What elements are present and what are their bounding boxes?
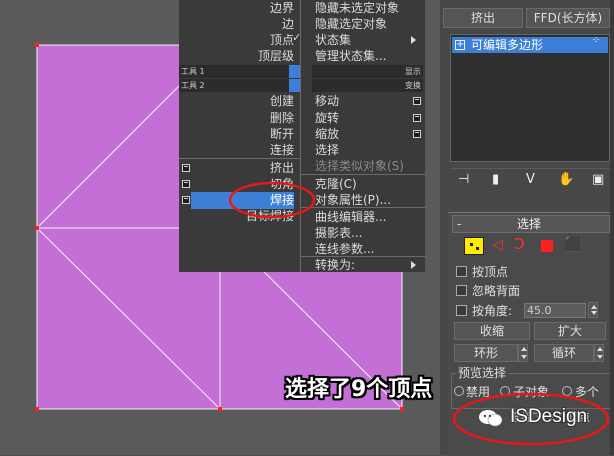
ignore-backfacing-label: 忽略背面 <box>472 284 521 298</box>
preview-subobject-radio[interactable] <box>500 386 510 396</box>
by-vertex-label: 按顶点 <box>472 265 509 279</box>
menu-item-weld[interactable]: 焊接 <box>270 192 294 208</box>
vertex-dot-icon <box>470 243 473 246</box>
by-vertex-checkbox[interactable] <box>456 266 467 277</box>
settings-box-icon[interactable] <box>413 114 421 122</box>
stack-item-editable-poly[interactable]: + 可编辑多边形 ⁘ <box>452 35 608 53</box>
stack-item-label: 可编辑多边形 <box>471 38 544 52</box>
submenu-arrow-icon <box>411 36 416 44</box>
header-tools-1: 工具 1 <box>179 65 291 78</box>
pin-stack-icon[interactable]: ⊣ <box>458 172 469 187</box>
grow-button[interactable]: 扩大 <box>534 322 606 340</box>
menu-item-convert-to[interactable]: 转换为: <box>315 257 355 273</box>
border-mode-icon[interactable]: Ɔ <box>514 235 525 253</box>
modifier-stack-list[interactable]: + 可编辑多边形 ⁘ <box>450 34 610 162</box>
loop-spinner[interactable] <box>594 344 604 362</box>
settings-box-icon[interactable] <box>182 196 190 204</box>
settings-box-icon[interactable] <box>413 130 421 138</box>
menu-separator <box>179 158 300 159</box>
viewport[interactable]: 边界 边 顶点 ✓ 顶层级 工具 1 工具 2 创建 删除 断开 连接 挤出 切… <box>0 0 440 455</box>
menu-item-state-sets[interactable]: 状态集 <box>315 32 351 48</box>
configure-modifier-sets-icon[interactable]: ▣ <box>592 172 604 187</box>
ffd-box-modifier-button[interactable]: FFD(长方体) <box>526 8 610 28</box>
rollout-title: 选择 <box>517 217 542 231</box>
menu-item-object-properties[interactable]: 对象属性(P)... <box>315 192 391 208</box>
menu-item-chamfer[interactable]: 切角 <box>270 176 294 192</box>
menu-item-wire-parameters[interactable]: 连线参数... <box>315 241 374 257</box>
loop-button[interactable]: 循环 <box>534 344 594 362</box>
quad-right-column: 隐藏未选定对象 隐藏选定对象 状态集 管理状态集... 显示 变换 移动 旋转 … <box>301 0 425 272</box>
preview-selection-label: 预览选择 <box>456 364 509 381</box>
settings-box-icon[interactable] <box>413 97 421 105</box>
remove-modifier-icon[interactable]: ✋ <box>558 172 574 187</box>
panel-scrollbar[interactable] <box>610 0 614 455</box>
menu-item-manage-state-sets[interactable]: 管理状态集... <box>315 48 386 64</box>
menu-item-break[interactable]: 断开 <box>270 126 294 142</box>
by-angle-label: 按角度: <box>472 304 513 318</box>
preview-multi-radio[interactable] <box>562 386 572 396</box>
selection-dots-icon: ⁘ <box>592 35 601 46</box>
watermark-text: ISDesign <box>510 406 588 427</box>
menu-item-dope-sheet[interactable]: 摄影表... <box>315 225 362 241</box>
expand-plus-icon[interactable]: + <box>455 40 465 50</box>
menu-item-edge[interactable]: 边 <box>282 16 294 32</box>
extrude-modifier-button[interactable]: 挤出 <box>443 8 523 28</box>
menu-separator <box>301 207 425 208</box>
menu-item-connect[interactable]: 连接 <box>270 142 294 158</box>
selection-rollout-header[interactable]: - 选择 <box>452 215 610 233</box>
menu-item-vertex[interactable]: 顶点 <box>270 32 294 48</box>
vertex-dot-icon <box>476 247 479 250</box>
wechat-logo-icon <box>478 408 504 428</box>
by-angle-checkbox[interactable] <box>456 305 467 316</box>
menu-item-move[interactable]: 移动 <box>315 93 339 109</box>
menu-item-select-similar: 选择类似对象(S) <box>315 159 404 173</box>
submenu-arrow-icon <box>411 261 416 269</box>
polygon-mode-icon[interactable] <box>541 240 553 252</box>
header-tools-2: 工具 2 <box>179 79 291 92</box>
make-unique-icon[interactable]: V <box>526 172 535 187</box>
command-panel: 挤出 FFD(长方体) + 可编辑多边形 ⁘ ⊣ ▮ V ✋ ▣ - 选择 ◁ … <box>440 0 614 456</box>
menu-item-extrude[interactable]: 挤出 <box>270 160 294 176</box>
menu-item-hide-unselected[interactable]: 隐藏未选定对象 <box>315 0 399 16</box>
menu-item-select[interactable]: 选择 <box>315 142 339 158</box>
preview-multi-label: 多个 <box>575 385 600 399</box>
preview-disabled-radio[interactable] <box>454 386 464 396</box>
menu-item-clone[interactable]: 克隆(C) <box>315 176 357 192</box>
ring-spinner[interactable] <box>518 344 528 362</box>
stack-toolbar: ⊣ ▮ V ✋ ▣ <box>450 168 610 191</box>
settings-box-icon[interactable] <box>182 164 190 172</box>
menu-item-hide-selected[interactable]: 隐藏选定对象 <box>315 16 387 32</box>
menu-separator <box>301 174 425 175</box>
menu-item-target-weld[interactable]: 目标焊接 <box>246 208 294 224</box>
settings-box-icon[interactable] <box>182 180 190 188</box>
edge-mode-icon[interactable]: ◁ <box>492 237 503 253</box>
menu-item-top-level[interactable]: 顶层级 <box>258 48 294 64</box>
menu-item-rotate[interactable]: 旋转 <box>315 110 339 126</box>
show-end-result-icon[interactable]: ▮ <box>492 172 499 187</box>
menu-item-border[interactable]: 边界 <box>270 0 294 16</box>
ring-button[interactable]: 环形 <box>454 344 518 362</box>
quad-left-column: 边界 边 顶点 ✓ 顶层级 工具 1 工具 2 创建 删除 断开 连接 挤出 切… <box>179 0 301 272</box>
header-transform: 变换 <box>312 79 423 92</box>
menu-item-create[interactable]: 创建 <box>270 93 294 109</box>
shrink-button[interactable]: 收缩 <box>454 322 530 340</box>
quad-center-block <box>289 79 300 92</box>
header-display: 显示 <box>312 65 423 78</box>
quad-menu: 边界 边 顶点 ✓ 顶层级 工具 1 工具 2 创建 删除 断开 连接 挤出 切… <box>179 0 425 272</box>
collapse-icon: - <box>457 217 462 231</box>
vertex-mode-icon[interactable] <box>464 237 484 255</box>
menu-item-scale[interactable]: 缩放 <box>315 126 339 142</box>
quad-center-block <box>289 65 300 78</box>
menu-item-delete[interactable]: 删除 <box>270 110 294 126</box>
element-mode-icon[interactable]: ⬛ <box>564 235 583 253</box>
preview-subobject-label: 子对象 <box>513 385 550 399</box>
menu-item-curve-editor[interactable]: 曲线编辑器... <box>315 209 386 225</box>
ignore-backfacing-checkbox[interactable] <box>456 285 467 296</box>
angle-spinner-input[interactable]: 45.0 <box>524 303 586 318</box>
annotation-caption: 选择了9个顶点 <box>285 377 433 402</box>
preview-disabled-label: 禁用 <box>466 385 491 399</box>
angle-spinner-arrows[interactable] <box>588 302 598 318</box>
